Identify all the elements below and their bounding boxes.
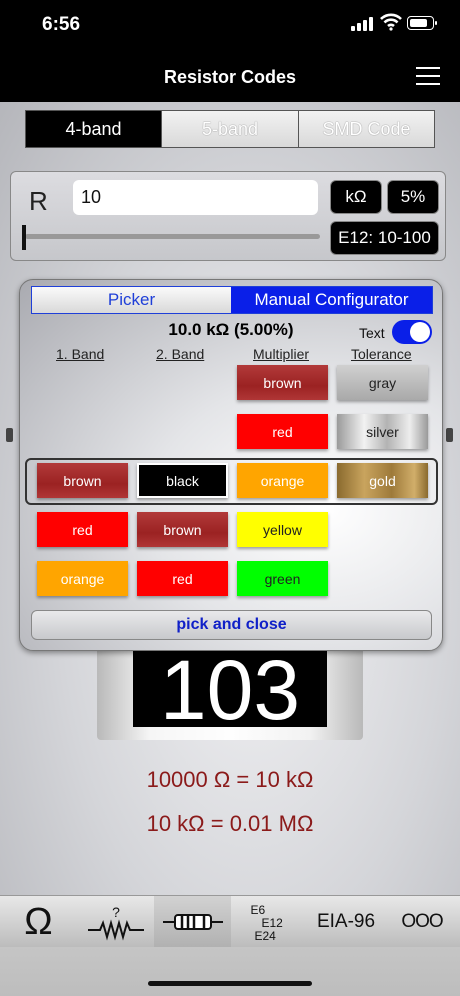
more-icon: OOO bbox=[401, 911, 443, 932]
tab-picker[interactable]: Picker bbox=[32, 287, 231, 313]
color-band-silver-r1-c3[interactable]: silver bbox=[337, 414, 428, 449]
tab-ohm[interactable]: Ω bbox=[0, 896, 77, 948]
color-band-brown-r2-c0[interactable]: brown bbox=[37, 463, 128, 498]
toggle-knob bbox=[410, 322, 430, 342]
color-band-red-r3-c0[interactable]: red bbox=[37, 512, 128, 547]
color-band-orange-r2-c2[interactable]: orange bbox=[237, 463, 328, 498]
segment-5-band[interactable]: 5-band bbox=[161, 110, 299, 148]
tab-e-series[interactable]: E6 E12 E24 bbox=[231, 896, 308, 948]
e12-label: E12 bbox=[261, 916, 283, 930]
color-band-green-r4-c2[interactable]: green bbox=[237, 561, 328, 596]
cellular-signal-icon bbox=[351, 17, 373, 31]
color-band-gold-r2-c3[interactable]: gold bbox=[337, 463, 428, 498]
conversion-kohm-mohm: 10 kΩ = 0.01 MΩ bbox=[146, 811, 314, 836]
conversion-ohm-kohm: 10000 Ω = 10 kΩ bbox=[146, 767, 314, 792]
color-band-black-r2-c1[interactable]: black bbox=[137, 463, 228, 498]
ohm-icon: Ω bbox=[24, 900, 53, 943]
home-indicator[interactable] bbox=[148, 981, 312, 986]
status-time: 6:56 bbox=[42, 14, 81, 35]
color-band-orange-r4-c0[interactable]: orange bbox=[37, 561, 128, 596]
tab-unknown-resistor[interactable]: ? bbox=[77, 896, 154, 948]
left-edge-marker bbox=[6, 428, 13, 442]
nav-bar: Resistor Codes bbox=[0, 50, 460, 102]
color-band-red-r4-c1[interactable]: red bbox=[137, 561, 228, 596]
e6-label: E6 bbox=[250, 903, 266, 917]
column-header-band-2: 2. Band bbox=[156, 346, 205, 362]
tab-resistor[interactable] bbox=[154, 896, 231, 948]
color-band-yellow-r3-c2[interactable]: yellow bbox=[237, 512, 328, 547]
e24-label: E24 bbox=[254, 929, 276, 943]
unknown-mark: ? bbox=[112, 904, 120, 920]
bottom-tab-bar: Ω ? E6 E12 E24 EIA-96 OOO bbox=[0, 895, 460, 948]
page-title: Resistor Codes bbox=[163, 67, 297, 87]
status-bar: 6:56 bbox=[0, 0, 460, 50]
resistance-input[interactable] bbox=[73, 180, 318, 215]
unknown-resistor-icon: ? bbox=[87, 904, 144, 941]
tab-more[interactable]: OOO bbox=[384, 896, 460, 948]
color-band-brown-r0-c2[interactable]: brown bbox=[237, 365, 328, 400]
resistance-label: R bbox=[29, 186, 48, 216]
wifi-icon bbox=[380, 13, 402, 31]
battery-icon bbox=[407, 16, 437, 30]
right-edge-marker bbox=[446, 428, 453, 442]
resistance-slider-track[interactable] bbox=[25, 234, 320, 239]
home-indicator-area bbox=[0, 947, 460, 996]
band-mode-segmented-control: 4-band 5-band SMD Code bbox=[0, 105, 460, 155]
text-toggle-switch[interactable] bbox=[392, 320, 432, 344]
color-band-gray-r0-c3[interactable]: gray bbox=[337, 365, 428, 400]
tolerance-button[interactable]: 5% bbox=[387, 180, 439, 214]
e-series-icon: E6 E12 E24 bbox=[245, 900, 295, 944]
segment-smd-code[interactable]: SMD Code bbox=[298, 110, 435, 148]
hamburger-menu-icon[interactable] bbox=[416, 67, 440, 87]
pick-and-close-button[interactable]: pick and close bbox=[31, 610, 432, 640]
e-series-button[interactable]: E12: 10-100 bbox=[330, 221, 439, 255]
column-header-band-1: 1. Band bbox=[56, 346, 105, 362]
column-header-multiplier: Multiplier bbox=[253, 346, 310, 362]
text-toggle-label: Text bbox=[359, 325, 385, 341]
resistor-icon bbox=[162, 914, 223, 930]
color-band-red-r1-c2[interactable]: red bbox=[237, 414, 328, 449]
tab-manual-configurator[interactable]: Manual Configurator bbox=[231, 287, 432, 313]
tab-eia-96[interactable]: EIA-96 bbox=[308, 896, 384, 948]
unit-button[interactable]: kΩ bbox=[330, 180, 382, 214]
smd-code-display: 103 bbox=[133, 645, 327, 727]
color-band-picker-popup: Picker Manual Configurator 10.0 kΩ (5.00… bbox=[19, 279, 443, 651]
picker-mode-tabs: Picker Manual Configurator bbox=[31, 286, 433, 314]
resistance-panel: R kΩ 5% E12: 10-100 bbox=[10, 171, 446, 261]
segment-4-band[interactable]: 4-band bbox=[25, 110, 162, 148]
color-band-brown-r3-c1[interactable]: brown bbox=[137, 512, 228, 547]
column-header-tolerance: Tolerance bbox=[351, 346, 412, 362]
smd-resistor-body: 103 bbox=[97, 645, 363, 740]
resistance-slider-thumb[interactable] bbox=[22, 225, 26, 250]
